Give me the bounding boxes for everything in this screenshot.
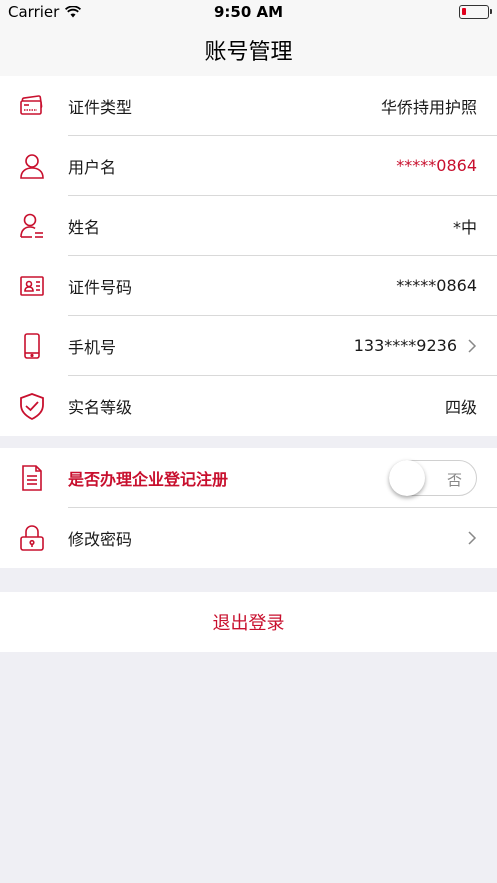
- status-time: 9:50 AM: [213, 3, 284, 21]
- chevron-right-icon: [468, 531, 477, 545]
- username-value: *****0864: [396, 156, 477, 175]
- id-type-value: 华侨持用护照: [380, 97, 477, 117]
- phone-icon: [0, 332, 68, 360]
- page-title: 账号管理: [204, 40, 293, 65]
- change-password-label: 修改密码: [68, 530, 133, 549]
- toggle-state-label: 否: [446, 470, 462, 489]
- enterprise-registration-toggle[interactable]: 否: [389, 459, 477, 496]
- row-id-number: 证件号码 *****0864: [0, 256, 497, 316]
- row-enterprise-registration: 是否办理企业登记注册 否: [0, 448, 497, 508]
- phone-label: 手机号: [68, 337, 117, 357]
- shield-check-icon: [0, 392, 68, 420]
- settings-group: 是否办理企业登记注册 否 修改密码: [0, 448, 497, 568]
- id-card-icon: [0, 92, 68, 120]
- username-label: 用户名: [68, 157, 117, 177]
- nav-bar: 账号管理: [0, 24, 497, 76]
- enterprise-registration-label: 是否办理企业登记注册: [68, 469, 229, 489]
- lock-icon: [0, 524, 68, 552]
- account-info-group: 证件类型 华侨持用护照 用户名 *****0864 姓名 *中 证件号码 ***…: [0, 76, 497, 436]
- logout-button[interactable]: 退出登录: [0, 592, 497, 652]
- person-name-icon: [0, 212, 68, 240]
- document-icon: [0, 464, 68, 492]
- user-icon: [0, 152, 68, 180]
- row-verification-level: 实名等级 四级: [0, 376, 497, 436]
- row-phone[interactable]: 手机号 133****9236: [0, 316, 497, 376]
- logout-label: 退出登录: [212, 613, 285, 634]
- row-username: 用户名 *****0864: [0, 136, 497, 196]
- phone-value: 133****9236: [353, 336, 457, 355]
- toggle-knob: [389, 459, 425, 496]
- battery-icon: [459, 5, 492, 19]
- status-bar: Carrier 9:50 AM: [0, 0, 497, 24]
- verification-level-label: 实名等级: [68, 398, 133, 417]
- name-label: 姓名: [68, 217, 101, 237]
- name-value: *中: [452, 217, 477, 237]
- id-number-label: 证件号码: [68, 277, 133, 297]
- row-name: 姓名 *中: [0, 196, 497, 256]
- row-id-type: 证件类型 华侨持用护照: [0, 76, 497, 136]
- verification-level-value: 四级: [444, 398, 477, 417]
- row-change-password[interactable]: 修改密码: [0, 508, 497, 568]
- id-type-label: 证件类型: [68, 97, 133, 117]
- id-number-value: *****0864: [396, 276, 477, 295]
- chevron-right-icon: [468, 338, 477, 353]
- id-number-icon: [0, 272, 68, 300]
